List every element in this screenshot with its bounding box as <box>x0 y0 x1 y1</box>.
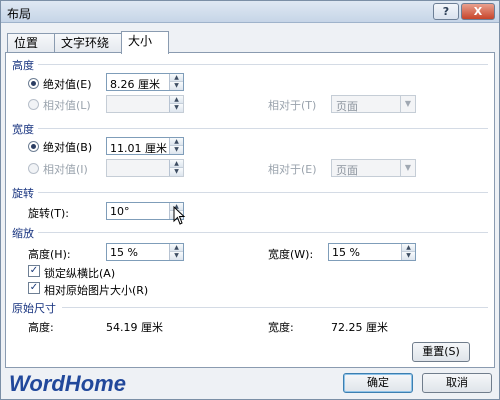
chevron-down-icon[interactable]: ▼ <box>400 160 415 176</box>
height-relative-radio[interactable] <box>28 99 39 110</box>
spin-down-icon[interactable]: ▼ <box>402 252 415 260</box>
spin-up-icon[interactable]: ▲ <box>170 160 183 168</box>
spin-down-icon[interactable]: ▼ <box>170 82 183 90</box>
chevron-down-icon[interactable]: ▼ <box>400 96 415 112</box>
height-absolute-radio[interactable] <box>28 78 39 89</box>
width-relative-to-value: 页面 <box>336 164 358 177</box>
relative-original-checkbox[interactable]: ✓ <box>28 282 40 294</box>
width-absolute-input[interactable]: 11.01 厘米 ▲ ▼ <box>106 137 184 155</box>
mouse-pointer-icon <box>173 206 186 225</box>
rotation-label: 旋转(T): <box>28 207 70 220</box>
title-bar: 布局 ? X <box>1 1 499 23</box>
width-absolute-radio[interactable] <box>28 141 39 152</box>
height-relative-spinner[interactable]: ▲ ▼ <box>169 96 183 112</box>
height-absolute-input[interactable]: 8.26 厘米 ▲ ▼ <box>106 73 184 91</box>
scale-height-label: 高度(H): <box>28 248 71 261</box>
original-height-label: 高度: <box>28 321 54 334</box>
scale-width-value: 15 % <box>332 246 360 259</box>
layout-dialog: 布局 ? X 位置 文字环绕 大小 高度 绝对值(E) 8.26 厘米 ▲ ▼ 相… <box>0 0 500 400</box>
spin-up-icon[interactable]: ▲ <box>170 74 183 82</box>
divider <box>38 64 488 65</box>
width-section-label: 宽度 <box>12 123 34 136</box>
ok-button[interactable]: 确定 <box>343 373 413 393</box>
rotation-value: 10° <box>110 205 130 218</box>
original-width-label: 宽度: <box>268 321 294 334</box>
spin-up-icon[interactable]: ▲ <box>170 244 183 252</box>
divider <box>38 232 488 233</box>
width-relative-input[interactable]: ▲ ▼ <box>106 159 184 177</box>
tab-position[interactable]: 位置 <box>7 33 55 53</box>
reset-button[interactable]: 重置(S) <box>412 342 470 362</box>
width-relative-label: 相对值(I) <box>43 163 88 176</box>
scale-height-spinner[interactable]: ▲ ▼ <box>169 244 183 260</box>
lock-aspect-checkbox[interactable]: ✓ <box>28 265 40 277</box>
cancel-button[interactable]: 取消 <box>422 373 492 393</box>
height-relative-to-select[interactable]: 页面 ▼ <box>331 95 416 113</box>
window-title: 布局 <box>7 7 32 21</box>
original-height-value: 54.19 厘米 <box>106 321 163 334</box>
rotation-section-label: 旋转 <box>12 187 34 200</box>
height-absolute-label: 绝对值(E) <box>43 78 92 91</box>
size-tab-panel: 高度 绝对值(E) 8.26 厘米 ▲ ▼ 相对值(L) ▲ ▼ 相对于(T) 页面… <box>5 52 495 368</box>
scale-height-value: 15 % <box>110 246 138 259</box>
spin-up-icon[interactable]: ▲ <box>170 138 183 146</box>
spin-down-icon[interactable]: ▼ <box>170 104 183 112</box>
lock-aspect-label: 锁定纵横比(A) <box>44 267 116 280</box>
height-relative-to-label: 相对于(T) <box>268 99 317 112</box>
width-relative-to-select[interactable]: 页面 ▼ <box>331 159 416 177</box>
height-absolute-spinner[interactable]: ▲ ▼ <box>169 74 183 90</box>
scale-width-label: 宽度(W): <box>268 248 314 261</box>
divider <box>38 192 488 193</box>
scale-width-input[interactable]: 15 % ▲ ▼ <box>328 243 416 261</box>
width-relative-radio[interactable] <box>28 163 39 174</box>
divider <box>62 307 488 308</box>
spin-down-icon[interactable]: ▼ <box>170 168 183 176</box>
original-size-section-label: 原始尺寸 <box>12 302 56 315</box>
width-absolute-value: 11.01 厘米 <box>110 142 167 155</box>
scale-section-label: 缩放 <box>12 227 34 240</box>
height-relative-label: 相对值(L) <box>43 99 91 112</box>
tab-text-wrapping[interactable]: 文字环绕 <box>54 33 122 53</box>
relative-original-label: 相对原始图片大小(R) <box>44 284 149 297</box>
spin-up-icon[interactable]: ▲ <box>402 244 415 252</box>
spin-up-icon[interactable]: ▲ <box>170 96 183 104</box>
tab-size[interactable]: 大小 <box>121 31 169 54</box>
width-absolute-label: 绝对值(B) <box>43 141 93 154</box>
width-absolute-spinner[interactable]: ▲ ▼ <box>169 138 183 154</box>
height-absolute-value: 8.26 厘米 <box>110 78 160 91</box>
spin-down-icon[interactable]: ▼ <box>170 146 183 154</box>
spin-down-icon[interactable]: ▼ <box>170 252 183 260</box>
scale-width-spinner[interactable]: ▲ ▼ <box>401 244 415 260</box>
scale-height-input[interactable]: 15 % ▲ ▼ <box>106 243 184 261</box>
original-width-value: 72.25 厘米 <box>331 321 388 334</box>
width-relative-spinner[interactable]: ▲ ▼ <box>169 160 183 176</box>
watermark-logo: WordHome <box>9 371 126 396</box>
help-button[interactable]: ? <box>433 3 459 20</box>
close-button[interactable]: X <box>461 3 495 20</box>
divider <box>38 128 488 129</box>
height-section-label: 高度 <box>12 59 34 72</box>
width-relative-to-label: 相对于(E) <box>268 163 317 176</box>
height-relative-input[interactable]: ▲ ▼ <box>106 95 184 113</box>
height-relative-to-value: 页面 <box>336 100 358 113</box>
